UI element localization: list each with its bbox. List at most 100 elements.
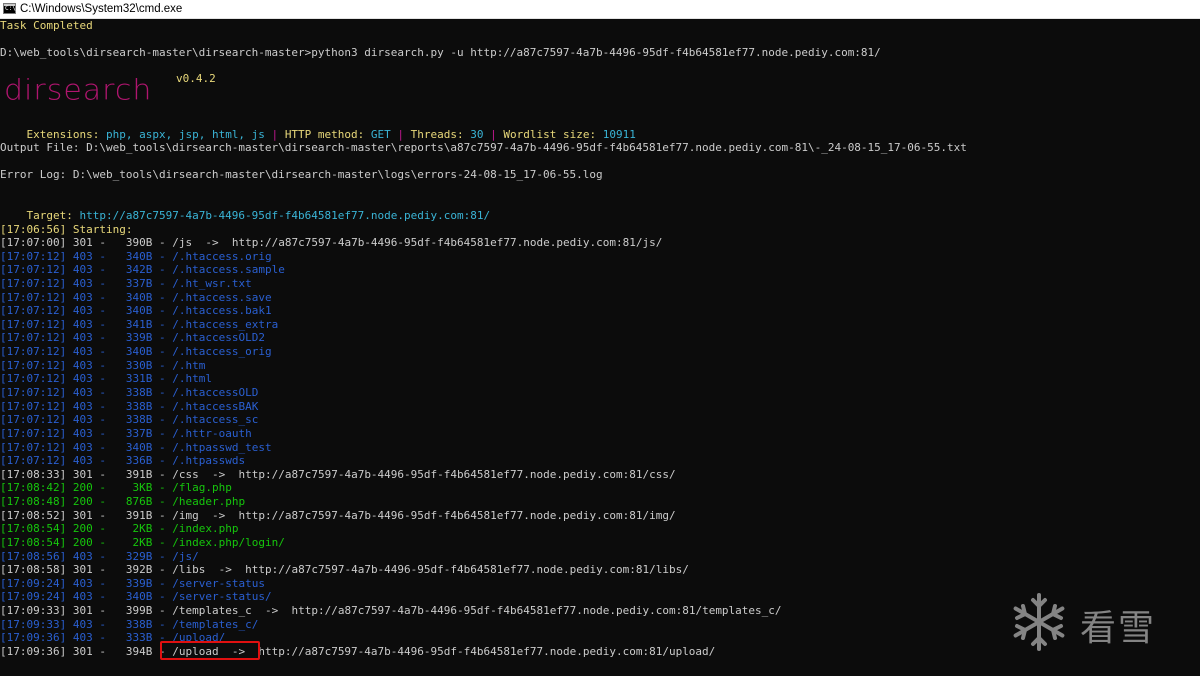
result-status-code: 301 [72, 563, 93, 577]
result-path: /.htaccessOLD2 [172, 331, 265, 345]
result-time: [17:09:36] [0, 631, 67, 645]
result-time: [17:08:33] [0, 467, 67, 481]
result-line: [17:09:36] 301 - 394B - /upload -> http:… [0, 644, 716, 658]
result-size: 399B [112, 604, 153, 617]
result-line: [17:08:48] 200 - 876B - /header.php [0, 495, 246, 508]
result-status-code: 403 [72, 426, 93, 440]
result-time: [17:07:12] [0, 263, 67, 277]
result-path: /.htaccess_orig [172, 345, 272, 358]
result-status-code: 403 [72, 345, 93, 358]
result-time: [17:07:00] [0, 236, 67, 249]
result-path: /.htaccess_sc [172, 413, 259, 427]
result-line: [17:07:12] 403 - 339B - /.htaccessOLD2 [0, 331, 265, 345]
result-path: /img [172, 508, 199, 522]
result-time: [17:07:12] [0, 358, 67, 372]
result-size: 338B [112, 385, 153, 399]
result-status-code: 403 [72, 576, 93, 590]
extensions-value: php, aspx, jsp, html, js [105, 128, 265, 141]
result-path: /.htpasswd_test [172, 440, 272, 454]
result-time: [17:07:12] [0, 426, 67, 440]
result-line: [17:07:12] 403 - 337B - /.ht_wsr.txt [0, 276, 252, 290]
result-size: 331B [112, 372, 153, 386]
result-line: [17:07:00] 301 - 390B - /js -> http://a8… [0, 236, 663, 249]
result-path: /flag.php [172, 481, 232, 495]
wordlist-label: Wordlist size: [503, 128, 603, 141]
result-redirect-url: http://a87c7597-4a7b-4496-95df-f4b64581e… [258, 644, 716, 658]
result-line: [17:07:12] 403 - 342B - /.htaccess.sampl… [0, 263, 285, 277]
kanxue-watermark-text: 看雪 [1080, 608, 1157, 649]
snowflake-icon [1013, 593, 1065, 651]
result-status-code: 403 [72, 549, 93, 563]
result-line: [17:08:54] 200 - 2KB - /index.php [0, 522, 239, 536]
result-line: [17:08:33] 301 - 391B - /css -> http://a… [0, 467, 676, 481]
wordlist-value: 10911 [602, 128, 636, 141]
extensions-label: Extensions: [26, 128, 106, 141]
result-size: 337B [112, 426, 153, 440]
result-size: 394B [112, 644, 153, 658]
result-status-code: 403 [72, 304, 93, 318]
result-size: 333B [112, 631, 153, 645]
result-size: 390B [112, 236, 153, 249]
result-path: /.htm [172, 358, 206, 372]
console-output[interactable]: Task Completed D:\web_tools\dirsearch-ma… [0, 19, 1200, 676]
config-line: Extensions: php, aspx, jsp, html, js | H… [0, 114, 636, 141]
result-status-code: 301 [72, 644, 93, 658]
result-size: 3KB [112, 481, 153, 495]
output-file-line: Output File: D:\web_tools\dirsearch-mast… [0, 141, 967, 154]
result-line: [17:09:33] 403 - 338B - /templates_c/ [0, 617, 259, 631]
result-line: [17:08:56] 403 - 329B - /js/ [0, 549, 199, 563]
result-path: /.htaccessBAK [172, 399, 259, 413]
result-line: [17:07:12] 403 - 340B - /.htpasswd_test [0, 440, 272, 454]
result-line: [17:07:12] 403 - 340B - /.htaccess.save [0, 290, 272, 304]
result-line: [17:07:12] 403 - 340B - /.htaccess.orig [0, 249, 272, 263]
result-size: 339B [112, 331, 153, 345]
http-method-value: GET [370, 128, 391, 141]
result-status-code: 301 [72, 604, 93, 617]
result-path: /server-status [172, 576, 265, 590]
result-status-code: 403 [72, 617, 93, 631]
result-time: [17:09:24] [0, 576, 67, 590]
result-line: [17:07:12] 403 - 337B - /.httr-oauth [0, 426, 252, 440]
result-size: 340B [112, 345, 153, 358]
result-path: /js [172, 236, 193, 249]
result-size: 342B [112, 263, 153, 277]
result-time: [17:09:33] [0, 617, 67, 631]
result-line: [17:08:42] 200 - 3KB - /flag.php [0, 481, 232, 495]
result-line: [17:07:12] 403 - 331B - /.html [0, 372, 212, 386]
result-line: [17:07:12] 403 - 330B - /.htm [0, 358, 206, 372]
window-titlebar[interactable]: C:\Windows\System32\cmd.exe [0, 0, 1200, 19]
result-line: [17:07:12] 403 - 340B - /.htaccess.bak1 [0, 304, 272, 318]
result-path: /libs [172, 563, 206, 577]
result-size: 338B [112, 399, 153, 413]
result-path: /templates_c/ [172, 617, 259, 631]
result-size: 340B [112, 304, 153, 318]
result-line: [17:09:24] 403 - 339B - /server-status [0, 576, 265, 590]
config-separator: | [264, 128, 285, 141]
result-status-code: 403 [72, 413, 93, 427]
result-path: /index.php/login/ [172, 535, 285, 549]
result-status-code: 200 [72, 495, 93, 508]
result-path: /.htaccess.orig [172, 249, 272, 263]
result-time: [17:07:12] [0, 440, 67, 454]
result-time: [17:09:24] [0, 590, 67, 604]
result-path: /server-status/ [172, 590, 272, 604]
result-redirect-url: http://a87c7597-4a7b-4496-95df-f4b64581e… [291, 604, 782, 617]
result-status-code: 200 [72, 481, 93, 495]
result-status-code: 200 [72, 522, 93, 536]
config-separator: | [483, 128, 504, 141]
result-status-code: 403 [72, 276, 93, 290]
result-status-code: 403 [72, 385, 93, 399]
result-size: 338B [112, 617, 153, 631]
target-url: http://a87c7597-4a7b-4496-95df-f4b64581e… [79, 209, 491, 222]
result-size: 340B [112, 590, 153, 604]
result-time: [17:07:12] [0, 345, 67, 358]
threads-value: 30 [470, 128, 484, 141]
result-redirect-url: http://a87c7597-4a7b-4496-95df-f4b64581e… [231, 236, 663, 249]
result-line: [17:09:24] 403 - 340B - /server-status/ [0, 590, 272, 604]
result-redirect-url: http://a87c7597-4a7b-4496-95df-f4b64581e… [245, 563, 689, 577]
cmd-icon [3, 3, 16, 14]
result-path: /js/ [172, 549, 199, 563]
result-size: 392B [112, 563, 153, 577]
result-time: [17:07:12] [0, 317, 67, 331]
result-status-code: 301 [72, 467, 93, 481]
